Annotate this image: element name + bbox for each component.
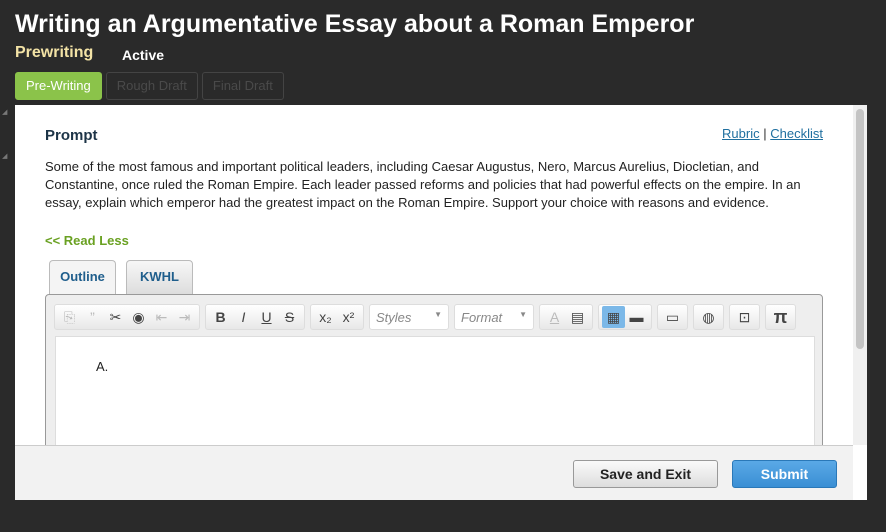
indent-icon[interactable]: ⇥ (173, 306, 196, 328)
italic-icon[interactable]: I (232, 306, 255, 328)
format-dropdown[interactable]: Format ▼ (454, 304, 534, 330)
editor-toolbar: ⎘ ” ✂ ◉ ⇤ ⇥ B I U S x₂ x² Styles ▼ Format… (54, 304, 796, 330)
paste-icon[interactable]: ⎘ (58, 306, 81, 328)
rubric-link[interactable]: Rubric (722, 126, 760, 141)
styles-label: Styles (376, 310, 412, 325)
step-final-draft[interactable]: Final Draft (201, 72, 284, 100)
tab-outline[interactable]: Outline (49, 260, 116, 296)
superscript-icon[interactable]: x² (337, 306, 360, 328)
expand-arrow-icon[interactable]: ◢ (2, 152, 7, 160)
checklist-link[interactable]: Checklist (770, 126, 823, 141)
record-icon[interactable]: ◉ (127, 306, 150, 328)
prompt-heading: Prompt (45, 127, 98, 144)
bold-icon[interactable]: B (209, 306, 232, 328)
scrollbar-thumb[interactable] (856, 109, 864, 349)
editor-content: A. (96, 359, 109, 374)
table-icon[interactable]: ▦ (602, 306, 625, 328)
page-title: Writing an Argumentative Essay about a R… (15, 10, 695, 38)
step-nav: Pre-Writing Rough Draft Final Draft (15, 72, 284, 100)
strikethrough-icon[interactable]: S (278, 306, 301, 328)
read-less-link[interactable]: << Read Less (45, 233, 129, 248)
outdent-icon[interactable]: ⇤ (150, 306, 173, 328)
scrollbar[interactable] (853, 105, 867, 445)
footer-bar: Save and Exit Submit (15, 445, 853, 500)
step-pre-writing[interactable]: Pre-Writing (15, 72, 102, 100)
collapse-arrow-icon[interactable]: ◢ (2, 108, 7, 116)
subscript-icon[interactable]: x₂ (314, 306, 337, 328)
chevron-down-icon: ▼ (434, 310, 442, 319)
status-label: Active (122, 47, 165, 63)
text-field-icon[interactable]: ▭ (661, 306, 684, 328)
styles-dropdown[interactable]: Styles ▼ (369, 304, 449, 330)
format-label: Format (461, 310, 503, 325)
main-panel: Prompt Rubric | Checklist Some of the mo… (15, 105, 867, 500)
underline-icon[interactable]: U (255, 306, 278, 328)
submit-button[interactable]: Submit (732, 460, 837, 488)
text-color-icon[interactable]: A (543, 306, 566, 328)
link-separator: | (763, 126, 767, 141)
prompt-text: Some of the most famous and important po… (45, 159, 801, 210)
save-and-exit-button[interactable]: Save and Exit (573, 460, 718, 488)
document-icon[interactable]: ▤ (566, 306, 589, 328)
tab-kwhl[interactable]: KWHL (126, 260, 193, 294)
block-icon[interactable]: ▬ (625, 306, 648, 328)
globe-icon[interactable]: ◍ (697, 306, 720, 328)
cut-icon[interactable]: ✂ (104, 306, 127, 328)
pi-icon[interactable]: π (769, 306, 792, 328)
stage-label: Prewriting (15, 44, 94, 61)
quote-icon[interactable]: ” (81, 306, 104, 328)
chevron-down-icon: ▼ (519, 310, 527, 319)
step-rough-draft[interactable]: Rough Draft (105, 72, 198, 100)
dropdown-field-icon[interactable]: ⊡ (733, 306, 756, 328)
